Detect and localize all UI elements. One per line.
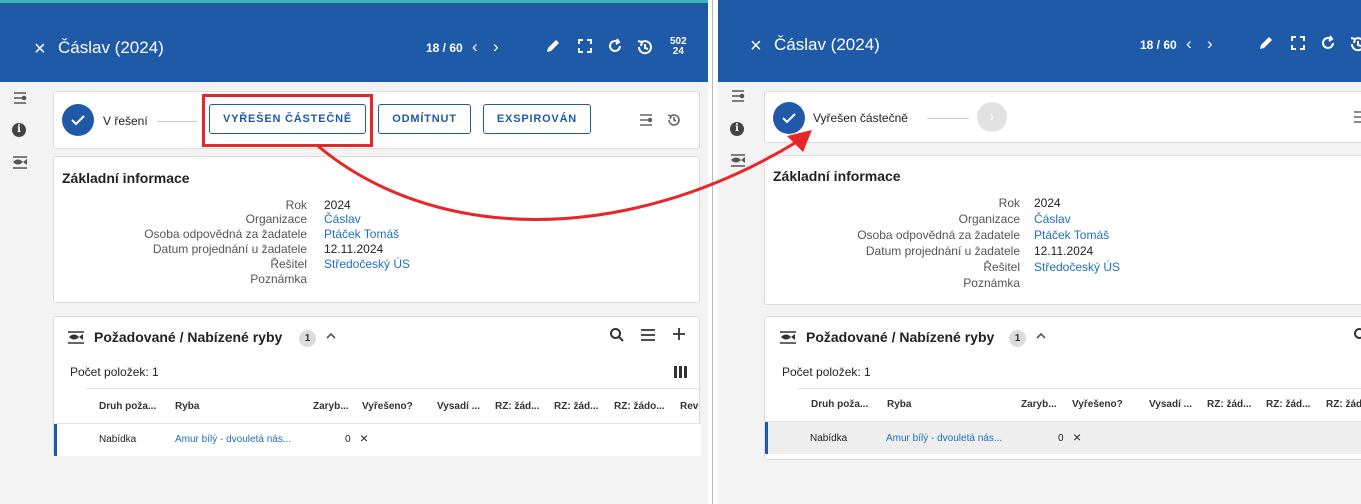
- annotation-arrow: [317, 130, 812, 221]
